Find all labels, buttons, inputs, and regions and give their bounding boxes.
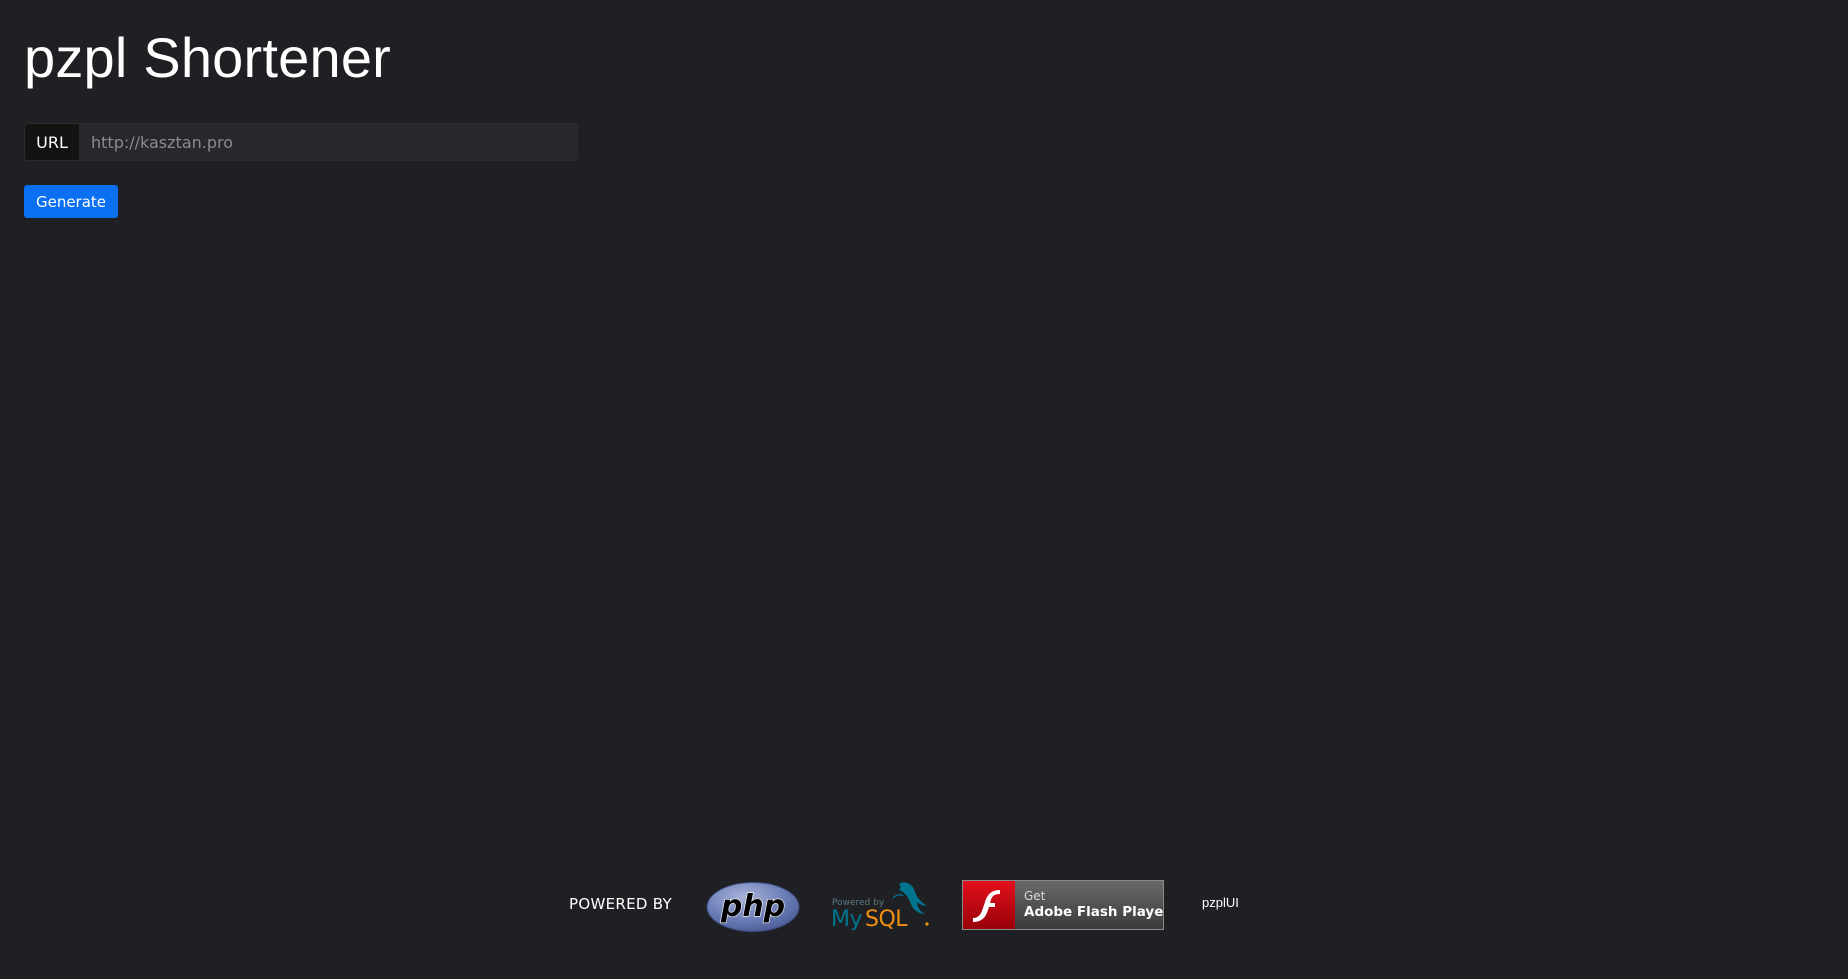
php-logo[interactable]: php bbox=[706, 881, 800, 933]
svg-text:Get: Get bbox=[1024, 889, 1046, 903]
footer: POWERED BY php Powered by My SQL Get Ado… bbox=[0, 878, 1848, 932]
svg-text:My: My bbox=[831, 907, 862, 930]
powered-by-label: POWERED BY bbox=[569, 895, 673, 913]
adobe-flash-player-badge[interactable]: Get Adobe Flash Player bbox=[962, 880, 1164, 930]
url-input-group: URL bbox=[24, 123, 578, 161]
svg-text:php: php bbox=[720, 889, 785, 924]
page-title: pzpl Shortener bbox=[24, 26, 392, 89]
pzplui-credit: pzplUI bbox=[1202, 895, 1239, 910]
url-addon-label: URL bbox=[24, 123, 79, 161]
page: pzpl Shortener URL Generate POWERED BY p… bbox=[0, 0, 1848, 979]
mysql-logo[interactable]: Powered by My SQL bbox=[831, 878, 931, 930]
svg-text:SQL: SQL bbox=[865, 907, 908, 930]
url-input[interactable] bbox=[79, 123, 578, 161]
svg-text:Adobe Flash Player: Adobe Flash Player bbox=[1024, 904, 1164, 920]
generate-button[interactable]: Generate bbox=[24, 185, 118, 218]
